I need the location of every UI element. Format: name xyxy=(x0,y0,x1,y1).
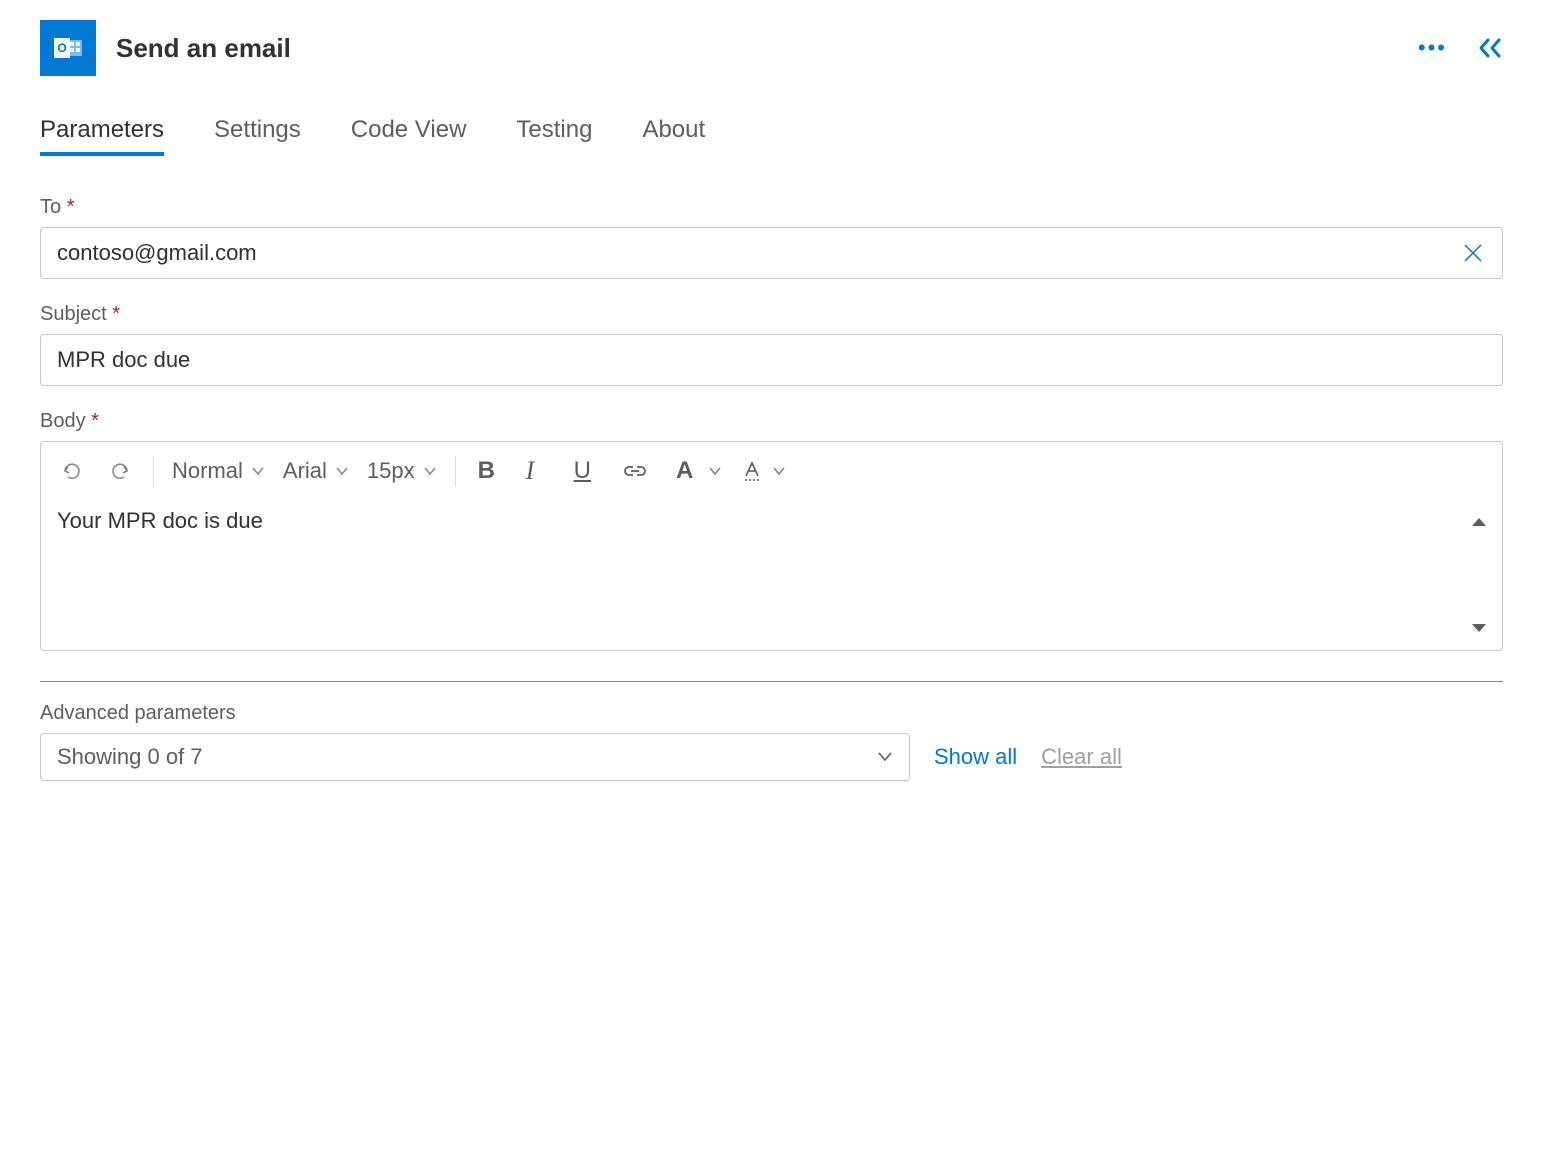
advanced-parameters-section: Advanced parameters Showing 0 of 7 Show … xyxy=(40,702,1503,781)
advanced-parameters-label: Advanced parameters xyxy=(40,702,1503,725)
redo-button[interactable] xyxy=(105,456,135,486)
clear-to-button[interactable] xyxy=(1459,239,1487,267)
to-input-wrapper xyxy=(40,227,1503,279)
editor-toolbar: Normal Arial 15px B I U xyxy=(41,442,1502,500)
chevron-down-icon xyxy=(877,751,893,763)
font-select[interactable]: Arial xyxy=(283,458,349,484)
font-select-value: Arial xyxy=(283,458,327,484)
tab-bar: Parameters Settings Code View Testing Ab… xyxy=(40,116,1503,156)
section-divider xyxy=(40,681,1503,682)
highlight-button[interactable] xyxy=(740,459,786,483)
scroll-buttons xyxy=(1466,500,1502,650)
collapse-icon[interactable] xyxy=(1477,37,1503,59)
subject-label-text: Subject xyxy=(40,303,107,325)
advanced-parameters-select[interactable]: Showing 0 of 7 xyxy=(40,733,910,781)
tab-settings[interactable]: Settings xyxy=(214,116,301,156)
font-color-label: A xyxy=(670,457,700,485)
undo-button[interactable] xyxy=(57,456,87,486)
body-textarea[interactable]: Your MPR doc is due xyxy=(41,500,1466,650)
tab-parameters[interactable]: Parameters xyxy=(40,116,164,156)
rich-text-editor: Normal Arial 15px B I U xyxy=(40,441,1503,651)
chevron-down-icon xyxy=(772,466,786,476)
editor-body-wrap: Your MPR doc is due xyxy=(41,500,1502,650)
tab-about[interactable]: About xyxy=(642,116,705,156)
to-label-text: To xyxy=(40,196,61,218)
body-label: Body * xyxy=(40,410,1503,433)
svg-text:O: O xyxy=(57,41,66,55)
outlook-icon: O xyxy=(40,20,96,76)
scroll-down-button[interactable] xyxy=(1470,622,1498,634)
required-indicator: * xyxy=(67,196,75,218)
advanced-select-value: Showing 0 of 7 xyxy=(57,744,203,770)
panel-header: O Send an email ••• xyxy=(40,20,1503,76)
subject-input[interactable] xyxy=(40,334,1503,386)
clear-all-button[interactable]: Clear all xyxy=(1041,744,1122,770)
required-indicator: * xyxy=(112,303,120,325)
bold-button[interactable]: B xyxy=(474,453,504,489)
header-right: ••• xyxy=(1418,35,1503,61)
size-select[interactable]: 15px xyxy=(367,458,437,484)
more-options-icon[interactable]: ••• xyxy=(1418,35,1447,61)
link-button[interactable] xyxy=(618,457,652,485)
underline-button[interactable]: U xyxy=(570,453,600,489)
size-select-value: 15px xyxy=(367,458,415,484)
advanced-row: Showing 0 of 7 Show all Clear all xyxy=(40,733,1503,781)
tab-code-view[interactable]: Code View xyxy=(351,116,467,156)
field-subject: Subject * xyxy=(40,303,1503,386)
italic-button[interactable]: I xyxy=(522,452,552,490)
field-to: To * xyxy=(40,196,1503,279)
chevron-down-icon xyxy=(423,466,437,476)
required-indicator: * xyxy=(91,410,99,432)
toolbar-divider xyxy=(455,456,456,486)
field-body: Body * Normal xyxy=(40,410,1503,651)
chevron-down-icon xyxy=(708,466,722,476)
toolbar-divider xyxy=(153,456,154,486)
chevron-down-icon xyxy=(335,466,349,476)
panel-title: Send an email xyxy=(116,33,291,64)
header-left: O Send an email xyxy=(40,20,291,76)
to-label: To * xyxy=(40,196,1503,219)
tab-testing[interactable]: Testing xyxy=(516,116,592,156)
font-color-button[interactable]: A xyxy=(670,457,722,485)
chevron-down-icon xyxy=(251,466,265,476)
show-all-button[interactable]: Show all xyxy=(934,744,1017,770)
subject-label: Subject * xyxy=(40,303,1503,326)
scroll-up-button[interactable] xyxy=(1470,516,1498,528)
style-select[interactable]: Normal xyxy=(172,458,265,484)
body-label-text: Body xyxy=(40,410,86,432)
style-select-value: Normal xyxy=(172,458,243,484)
to-input[interactable] xyxy=(40,227,1503,279)
highlight-icon xyxy=(740,459,764,483)
